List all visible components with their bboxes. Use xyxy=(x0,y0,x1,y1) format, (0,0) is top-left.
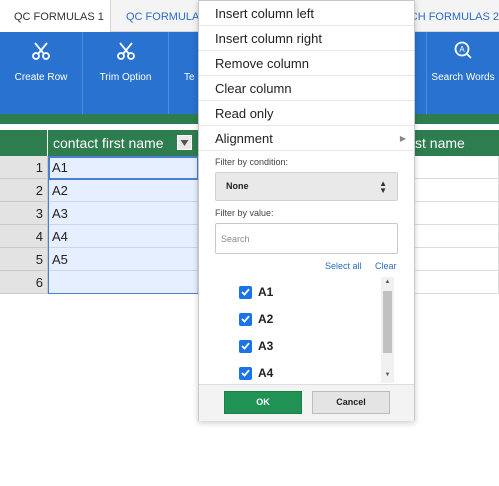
list-item[interactable]: A4 xyxy=(239,363,273,383)
checkbox-checked-icon[interactable] xyxy=(239,312,252,326)
tab-label: QC FORMULAS xyxy=(126,11,198,23)
value-list: A1 A2 A3 A4 xyxy=(215,277,398,383)
search-icon: A xyxy=(427,40,499,64)
dropdown-footer: OK Cancel xyxy=(199,384,414,421)
value-label: A1 xyxy=(258,285,274,299)
menu-item-insert-column-left[interactable]: Insert column left xyxy=(199,1,414,26)
menu-item-alignment[interactable]: Alignment ▶ xyxy=(199,126,414,151)
select-all-link[interactable]: Select all xyxy=(325,261,362,271)
scissors-icon xyxy=(0,40,82,64)
tool-label: Trim Option xyxy=(99,72,152,83)
clear-link[interactable]: Clear xyxy=(375,261,397,271)
list-item[interactable]: A3 xyxy=(239,336,273,356)
table-cell[interactable]: A1 xyxy=(48,156,198,179)
tab-ch-formulas-2[interactable]: CH FORMULAS 2 xyxy=(415,0,499,32)
scissors-icon xyxy=(83,40,168,64)
value-list-scrollbar[interactable]: ▲ ▼ xyxy=(381,277,394,383)
tool-label: Search Words xyxy=(431,72,495,83)
table-cell[interactable] xyxy=(48,271,198,294)
table-cell[interactable] xyxy=(415,156,499,179)
filter-by-value-label: Filter by value: xyxy=(215,208,274,218)
table-cell[interactable] xyxy=(415,225,499,248)
scroll-down-icon[interactable]: ▼ xyxy=(381,372,394,378)
column-filter-button[interactable] xyxy=(177,135,192,150)
menu-item-remove-column[interactable]: Remove column xyxy=(199,51,414,76)
filter-icon xyxy=(180,139,189,146)
select-arrows-icon: ▲ ▼ xyxy=(379,179,387,195)
list-item[interactable]: A2 xyxy=(239,309,273,329)
checkbox-checked-icon[interactable] xyxy=(239,366,252,380)
condition-value: None xyxy=(226,181,249,191)
value-search-input[interactable] xyxy=(215,223,398,254)
table-cell[interactable] xyxy=(415,179,499,202)
tab-label: QC FORMULAS 1 xyxy=(14,11,104,23)
value-label: A3 xyxy=(258,339,274,353)
checkbox-checked-icon[interactable] xyxy=(239,339,252,353)
search-words-button[interactable]: A Search Words xyxy=(426,32,499,114)
tab-label: CH FORMULAS 2 xyxy=(415,11,499,23)
submenu-arrow-icon: ▶ xyxy=(399,134,406,143)
list-item[interactable]: A1 xyxy=(239,282,273,302)
column-header-last-name[interactable]: st name xyxy=(415,130,499,156)
column-dropdown-menu: Insert column left Insert column right R… xyxy=(198,0,415,421)
menu-item-read-only[interactable]: Read only xyxy=(199,101,414,126)
trim-option-button[interactable]: Trim Option xyxy=(83,32,169,114)
tool-label: Create Row xyxy=(14,72,68,83)
scroll-thumb[interactable] xyxy=(383,291,392,353)
column-header-contact-first-name[interactable]: contact first name xyxy=(48,130,198,156)
table-cell[interactable] xyxy=(415,202,499,225)
value-label: A4 xyxy=(258,366,274,380)
ok-button[interactable]: OK xyxy=(224,391,302,414)
tab-qc-formulas[interactable]: QC FORMULAS xyxy=(111,0,198,32)
table-cell[interactable]: A4 xyxy=(48,225,198,248)
create-row-button[interactable]: Create Row xyxy=(0,32,83,114)
value-label: A2 xyxy=(258,312,274,326)
row-number[interactable]: 2 xyxy=(0,179,48,202)
grid-corner xyxy=(0,130,48,156)
row-number[interactable]: 3 xyxy=(0,202,48,225)
table-cell[interactable]: A2 xyxy=(48,179,198,202)
row-number[interactable]: 6 xyxy=(0,271,48,294)
svg-text:A: A xyxy=(459,45,465,54)
table-cell[interactable] xyxy=(415,248,499,271)
table-cell[interactable]: A5 xyxy=(48,248,198,271)
tool-label: Te xyxy=(184,72,195,83)
menu-item-clear-column[interactable]: Clear column xyxy=(199,76,414,101)
column-header-label: st name xyxy=(415,135,465,151)
table-cell[interactable]: A3 xyxy=(48,202,198,225)
checkbox-checked-icon[interactable] xyxy=(239,285,252,299)
tab-qc-formulas-1[interactable]: QC FORMULAS 1 xyxy=(0,0,111,33)
table-cell[interactable] xyxy=(415,271,499,294)
text-tool-button[interactable]: Te xyxy=(169,32,198,114)
column-header-label: contact first name xyxy=(53,135,164,151)
filter-by-condition-label: Filter by condition: xyxy=(215,157,289,167)
menu-item-label: Alignment xyxy=(215,131,273,146)
condition-select[interactable]: None ▲ ▼ xyxy=(215,172,398,201)
menu-item-insert-column-right[interactable]: Insert column right xyxy=(199,26,414,51)
row-number[interactable]: 4 xyxy=(0,225,48,248)
cancel-button[interactable]: Cancel xyxy=(312,391,390,414)
row-number[interactable]: 1 xyxy=(0,156,48,179)
row-number[interactable]: 5 xyxy=(0,248,48,271)
scroll-up-icon[interactable]: ▲ xyxy=(381,279,394,285)
